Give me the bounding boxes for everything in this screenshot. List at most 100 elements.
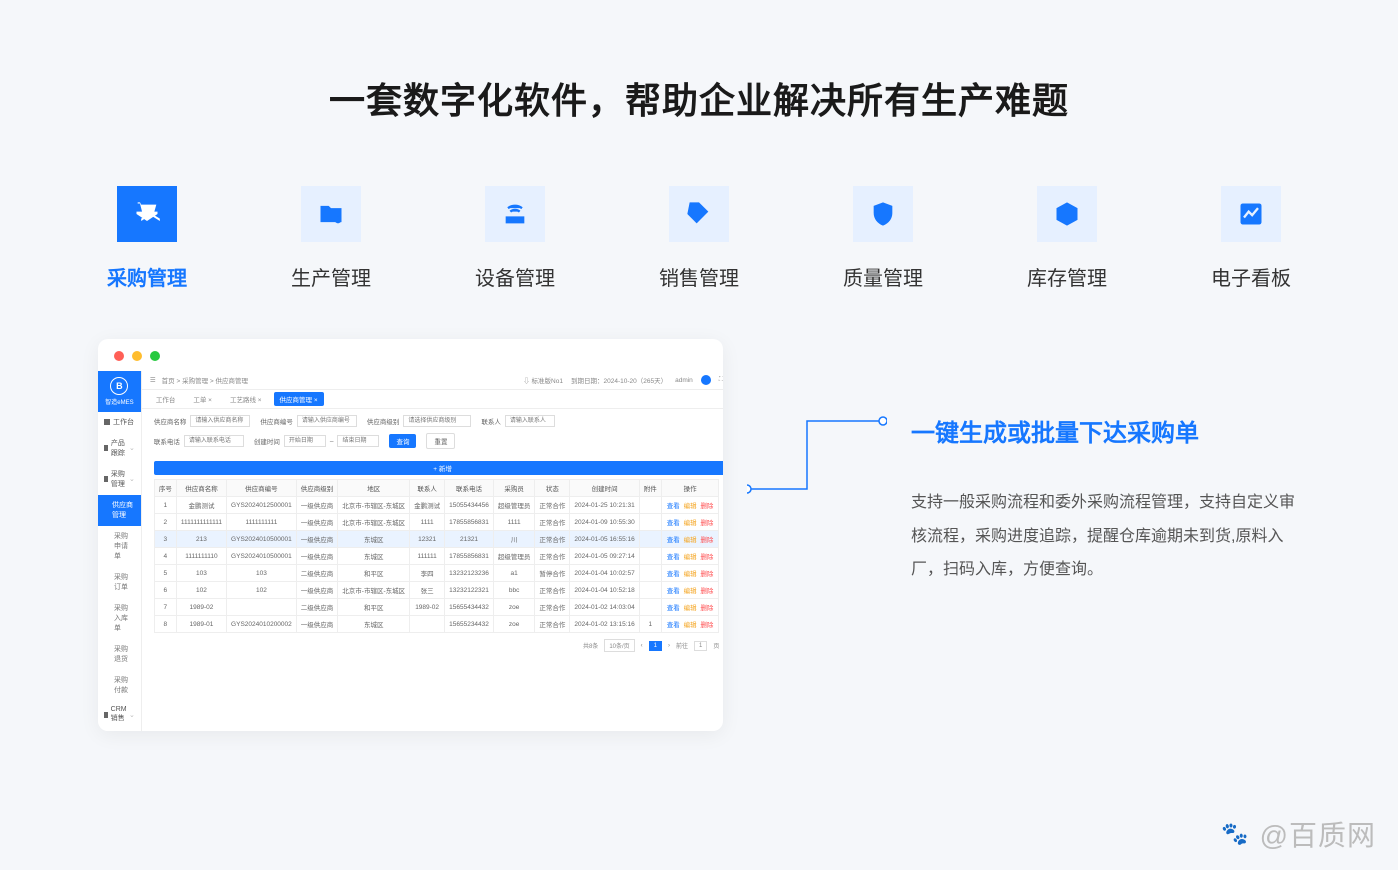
tab-shield[interactable]: 质量管理 [843,186,923,291]
date-end-input[interactable] [337,435,379,447]
user-label: admin [675,377,693,384]
view-link[interactable]: 查看 [667,605,680,612]
contact-input[interactable] [505,415,555,427]
column-header: 联系人 [410,480,445,497]
fullscreen-icon[interactable]: ⛶ [719,376,723,384]
tab-folder[interactable]: 生产管理 [291,186,371,291]
delete-link[interactable]: 删除 [700,554,713,561]
date-start-input[interactable] [284,435,326,447]
app-tab[interactable]: 供应商管理 × [274,392,324,406]
search-button[interactable]: 查询 [389,434,416,448]
edit-link[interactable]: 编辑 [684,605,697,612]
tab-tag[interactable]: 销售管理 [659,186,739,291]
delete-link[interactable]: 删除 [700,605,713,612]
sidebar-item[interactable]: 供应商管理 [98,495,141,526]
tab-chart[interactable]: 电子看板 [1211,186,1291,291]
edit-link[interactable]: 编辑 [684,537,697,544]
table-row[interactable]: 71989-02二级供应商和平区1989-0215655434432zoe正常合… [154,599,719,616]
phone-input[interactable] [184,435,244,447]
app-tab[interactable]: 工单 × [187,392,218,406]
app-screenshot: B 智造eMES 工作台产品跟踪⌄采购管理⌄供应商管理采购申请单采购订单采购入库… [98,339,723,731]
menu-icon[interactable]: ☰ [150,376,156,384]
edit-link[interactable]: 编辑 [684,554,697,561]
menu-item-icon [104,476,108,482]
table-row[interactable]: 41111111110GYS2024010500001一级供应商东城区11111… [154,548,719,565]
feature-description: 一键生成或批量下达采购单 支持一般采购流程和委外采购流程管理，支持自定义审核流程… [911,413,1308,587]
reset-button[interactable]: 重置 [426,433,455,449]
delete-link[interactable]: 删除 [700,503,713,510]
supplier-table: 序号供应商名称供应商编号供应商级别地区联系人联系电话采购员状态创建时间附件操作 … [154,479,720,633]
column-header: 创建时间 [570,480,639,497]
view-link[interactable]: 查看 [667,537,680,544]
view-link[interactable]: 查看 [667,554,680,561]
tab-cart[interactable]: 采购管理 [107,186,187,291]
delete-link[interactable]: 删除 [700,520,713,527]
table-row[interactable]: 81989-01GYS2024010200002一级供应商东城区15655234… [154,616,719,633]
sidebar-item[interactable]: 采购申请单 [98,526,141,567]
tab-router[interactable]: 设备管理 [475,186,555,291]
table-row[interactable]: 1金鹏测试GYS2024012500001一级供应商北京市-市辖区-东城区金鹏测… [154,497,719,514]
column-header: 操作 [661,480,719,497]
cube-icon [1037,186,1097,242]
shield-icon [853,186,913,242]
sidebar-item[interactable]: 采购付款 [98,670,141,701]
table-row[interactable]: 6102102一级供应商北京市-市辖区-东城区张三13232122321bbc正… [154,582,719,599]
tag-icon [669,186,729,242]
delete-link[interactable]: 删除 [700,537,713,544]
column-header: 供应商名称 [176,480,226,497]
view-link[interactable]: 查看 [667,588,680,595]
delete-link[interactable]: 删除 [700,588,713,595]
column-header: 序号 [154,480,176,497]
desc-body: 支持一般采购流程和委外采购流程管理，支持自定义审核流程，采购进度追踪，提醒仓库逾… [911,486,1308,587]
pagination[interactable]: 共8条 10条/页 ‹ 1 › 前往 1 页 [142,633,723,658]
column-header: 附件 [639,480,661,497]
desc-title: 一键生成或批量下达采购单 [911,413,1308,448]
avatar[interactable] [701,375,711,385]
table-row[interactable]: 211111111111111111111111一级供应商北京市-市辖区-东城区… [154,514,719,531]
version-label: ⇩ 标准版No1 [523,375,563,385]
feature-tabs: 采购管理生产管理 设备管理销售管理 质量管理 库存管理 电子看板 [0,186,1398,291]
chart-icon [1221,186,1281,242]
sidebar-item[interactable]: 采购入库单 [98,598,141,639]
table-row[interactable]: 5103103二级供应商和平区李四13232123236a1暂停合作2024-0… [154,565,719,582]
delete-link[interactable]: 删除 [700,571,713,578]
expire-label: 到期日期：2024-10-20（265天） [571,375,667,385]
column-header: 状态 [535,480,570,497]
view-link[interactable]: 查看 [667,520,680,527]
view-link[interactable]: 查看 [667,503,680,510]
delete-link[interactable]: 删除 [700,622,713,629]
supplier-level-select[interactable] [403,415,471,427]
mac-close-icon [114,351,124,361]
add-button[interactable]: + 新增 [154,461,723,475]
menu-item-icon [104,712,108,718]
app-tab[interactable]: 工艺路线 × [224,392,268,406]
column-header: 供应商级别 [296,480,338,497]
edit-link[interactable]: 编辑 [684,503,697,510]
folder-icon [301,186,361,242]
chevron-down-icon: ⌄ [129,711,135,719]
supplier-name-input[interactable] [190,415,250,427]
sidebar-item[interactable]: 产品跟踪⌄ [98,433,141,464]
sidebar-item[interactable]: 采购订单 [98,567,141,598]
column-header: 采购员 [493,480,535,497]
view-link[interactable]: 查看 [667,571,680,578]
edit-link[interactable]: 编辑 [684,520,697,527]
supplier-code-input[interactable] [297,415,357,427]
tab-label: 质量管理 [843,262,923,291]
cart-icon [117,186,177,242]
sidebar-item[interactable]: 仓储管理⌄ [98,729,141,731]
sidebar-item[interactable]: 工作台 [98,412,141,433]
tab-label: 销售管理 [659,262,739,291]
table-row[interactable]: 3213GYS2024010500001一级供应商东城区1232121321川正… [154,531,719,548]
tab-label: 生产管理 [291,262,371,291]
app-tab[interactable]: 工作台 [150,392,182,406]
sidebar-item[interactable]: CRM销售⌄ [98,701,141,729]
tab-cube[interactable]: 库存管理 [1027,186,1107,291]
sidebar-item[interactable]: 采购管理⌄ [98,464,141,495]
sidebar-item[interactable]: 采购退货 [98,639,141,670]
edit-link[interactable]: 编辑 [684,622,697,629]
edit-link[interactable]: 编辑 [684,588,697,595]
view-link[interactable]: 查看 [667,622,680,629]
paw-icon: 🐾 [1221,821,1249,847]
edit-link[interactable]: 编辑 [684,571,697,578]
